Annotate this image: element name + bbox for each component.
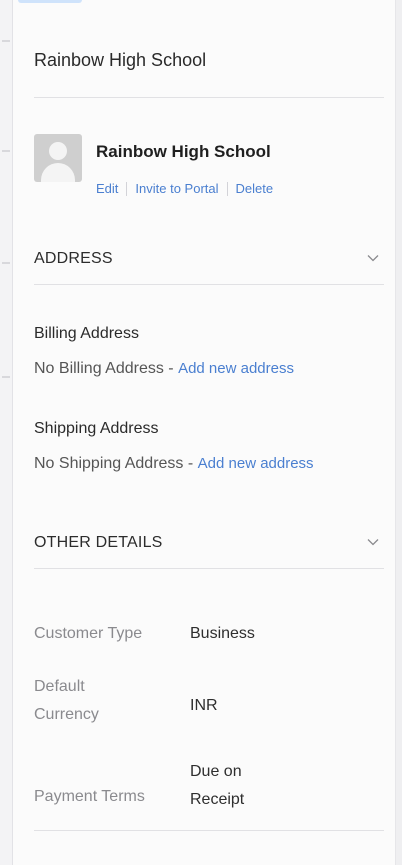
payment-terms-value: Due on Receipt	[190, 758, 244, 814]
default-avatar-icon[interactable]	[34, 134, 82, 182]
shipping-address-label: Shipping Address	[34, 420, 159, 437]
action-separator	[226, 181, 228, 196]
divider	[34, 284, 384, 285]
billing-address-label: Billing Address	[34, 325, 139, 342]
rail-tick	[2, 40, 10, 42]
action-separator	[126, 181, 128, 196]
invite-to-portal-link[interactable]: Invite to Portal	[135, 181, 218, 196]
detail-label-line: Default	[34, 678, 85, 695]
customer-type-label: Customer Type	[34, 620, 142, 648]
detail-label-line: Currency	[34, 706, 99, 723]
page-title: Rainbow High School	[34, 50, 207, 70]
delete-link[interactable]: Delete	[236, 181, 274, 196]
shipping-empty-text: No Shipping Address -	[34, 455, 198, 472]
payment-terms-label: Payment Terms	[34, 783, 145, 811]
contact-detail-panel: Rainbow High School Rainbow High School …	[0, 0, 402, 865]
detail-label-line: Payment Terms	[34, 788, 145, 805]
detail-label-line: Customer Type	[34, 625, 143, 642]
default-currency-value: INR	[190, 692, 218, 720]
rail-tick	[2, 262, 10, 264]
detail-value-line: Receipt	[190, 791, 245, 808]
scrollbar-track[interactable]	[395, 0, 402, 865]
address-section-title[interactable]: ADDRESS	[34, 250, 113, 268]
chevron-down-icon[interactable]	[366, 535, 380, 549]
edit-link[interactable]: Edit	[96, 181, 118, 196]
avatar-body-shape	[41, 163, 75, 182]
divider	[34, 97, 384, 98]
divider	[34, 830, 384, 831]
default-currency-label: Default Currency	[34, 673, 99, 729]
add-billing-address-link[interactable]: Add new address	[178, 360, 294, 377]
contact-name: Rainbow High School	[96, 142, 271, 161]
add-shipping-address-link[interactable]: Add new address	[198, 455, 314, 472]
customer-type-value: Business	[190, 620, 255, 648]
shipping-address-line: No Shipping Address - Add new address	[34, 455, 314, 473]
chevron-down-icon[interactable]	[366, 251, 380, 265]
billing-address-line: No Billing Address - Add new address	[34, 360, 294, 378]
rail-tick	[2, 376, 10, 378]
contact-actions: Edit Invite to Portal Delete	[96, 181, 273, 196]
detail-value-line: Due on	[190, 763, 242, 780]
detail-value-line: INR	[190, 697, 218, 714]
billing-empty-text: No Billing Address -	[34, 360, 179, 377]
detail-value-line: Business	[190, 625, 255, 642]
top-tab-indicator	[18, 0, 82, 3]
avatar-head-shape	[49, 142, 67, 160]
left-rail	[0, 0, 13, 865]
divider	[34, 568, 384, 569]
rail-tick	[2, 150, 10, 152]
other-details-section-title[interactable]: OTHER DETAILS	[34, 534, 163, 552]
